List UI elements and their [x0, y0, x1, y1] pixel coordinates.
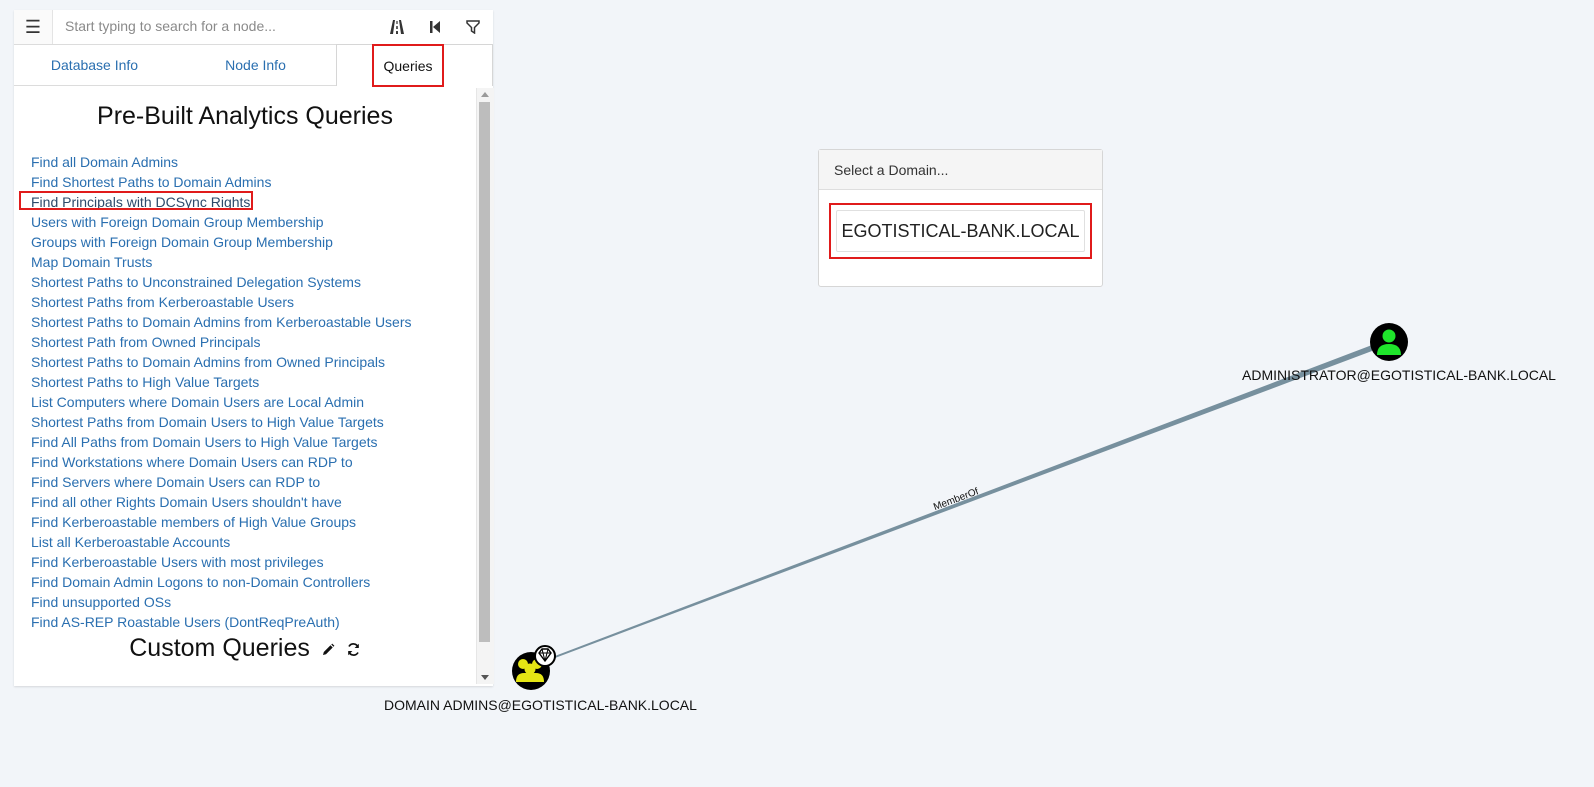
- refresh-icon[interactable]: [346, 635, 361, 664]
- left-panel: ☰ Database Info Node In: [14, 10, 494, 686]
- query-item[interactable]: Shortest Paths to High Value Targets: [31, 372, 412, 392]
- node-label-administrator: ADMINISTRATOR@EGOTISTICAL-BANK.LOCAL: [1242, 367, 1556, 383]
- back-button[interactable]: [416, 10, 454, 44]
- filter-icon: [466, 20, 480, 34]
- query-item[interactable]: List Computers where Domain Users are Lo…: [31, 392, 412, 412]
- road-icon: [390, 20, 404, 34]
- node-domain-admins[interactable]: [512, 645, 556, 690]
- query-item[interactable]: Shortest Paths to Domain Admins from Ker…: [31, 312, 412, 332]
- custom-queries-heading: Custom Queries: [14, 634, 476, 664]
- query-item[interactable]: Shortest Paths from Kerberoastable Users: [31, 292, 412, 312]
- tab-bar: Database Info Node Info Queries: [14, 44, 493, 87]
- query-item[interactable]: Find all Domain Admins: [31, 152, 412, 172]
- graph-canvas[interactable]: MemberOf ADMINISTRATOR@EGOTISTICAL-BANK.…: [0, 0, 1594, 787]
- scroll-down-arrow-icon[interactable]: [481, 675, 489, 680]
- query-item[interactable]: Map Domain Trusts: [31, 252, 412, 272]
- query-item[interactable]: Find Servers where Domain Users can RDP …: [31, 472, 412, 492]
- query-item[interactable]: Find Workstations where Domain Users can…: [31, 452, 412, 472]
- query-item[interactable]: Find Principals with DCSync Rights: [19, 191, 412, 212]
- query-item[interactable]: Users with Foreign Domain Group Membersh…: [31, 212, 412, 232]
- hamburger-icon: ☰: [24, 16, 42, 37]
- queries-panel-title: Pre-Built Analytics Queries: [97, 102, 393, 130]
- query-item[interactable]: Shortest Paths to Unconstrained Delegati…: [31, 272, 412, 292]
- search-bar: ☰: [14, 10, 493, 45]
- domain-option-button[interactable]: EGOTISTICAL-BANK.LOCAL: [836, 210, 1085, 252]
- pathfinding-button[interactable]: [378, 10, 416, 44]
- query-item[interactable]: Find Shortest Paths to Domain Admins: [31, 172, 412, 192]
- tab-database-info[interactable]: Database Info: [14, 45, 175, 85]
- query-item[interactable]: Find Kerberoastable Users with most priv…: [31, 552, 412, 572]
- query-item[interactable]: Groups with Foreign Domain Group Members…: [31, 232, 412, 252]
- query-item[interactable]: Shortest Paths to Domain Admins from Own…: [31, 352, 412, 372]
- domain-select-header: Select a Domain...: [819, 150, 1102, 190]
- domain-select-panel: Select a Domain... EGOTISTICAL-BANK.LOCA…: [818, 149, 1103, 287]
- query-item[interactable]: Find Domain Admin Logons to non-Domain C…: [31, 572, 412, 592]
- queries-panel: Pre-Built Analytics Queries Find all Dom…: [14, 88, 476, 684]
- gem-icon: [534, 645, 556, 667]
- query-item[interactable]: Find AS-REP Roastable Users (DontReqPreA…: [31, 612, 412, 632]
- prebuilt-query-list: Find all Domain Admins Find Shortest Path…: [19, 152, 412, 632]
- query-item[interactable]: Find All Paths from Domain Users to High…: [31, 432, 412, 452]
- tab-node-info[interactable]: Node Info: [175, 45, 336, 85]
- node-search-input[interactable]: [53, 10, 383, 42]
- filter-button[interactable]: [454, 10, 492, 44]
- queries-scrollbar[interactable]: [476, 88, 494, 684]
- query-item[interactable]: Find all other Rights Domain Users shoul…: [31, 492, 412, 512]
- step-backward-icon: [430, 21, 440, 33]
- node-label-domain-admins: DOMAIN ADMINS@EGOTISTICAL-BANK.LOCAL: [384, 697, 697, 713]
- scroll-thumb[interactable]: [479, 102, 490, 642]
- query-item[interactable]: Shortest Path from Owned Principals: [31, 332, 412, 352]
- query-item[interactable]: Shortest Paths from Domain Users to High…: [31, 412, 412, 432]
- node-administrator[interactable]: [1370, 323, 1408, 361]
- hamburger-menu-button[interactable]: ☰: [14, 10, 53, 44]
- query-item[interactable]: List all Kerberoastable Accounts: [31, 532, 412, 552]
- scroll-up-arrow-icon[interactable]: [481, 92, 489, 97]
- query-item[interactable]: Find unsupported OSs: [31, 592, 412, 612]
- tab-queries[interactable]: Queries: [372, 44, 444, 87]
- query-item[interactable]: Find Kerberoastable members of High Valu…: [31, 512, 412, 532]
- pencil-icon[interactable]: [321, 635, 335, 664]
- custom-queries-title: Custom Queries: [129, 634, 310, 662]
